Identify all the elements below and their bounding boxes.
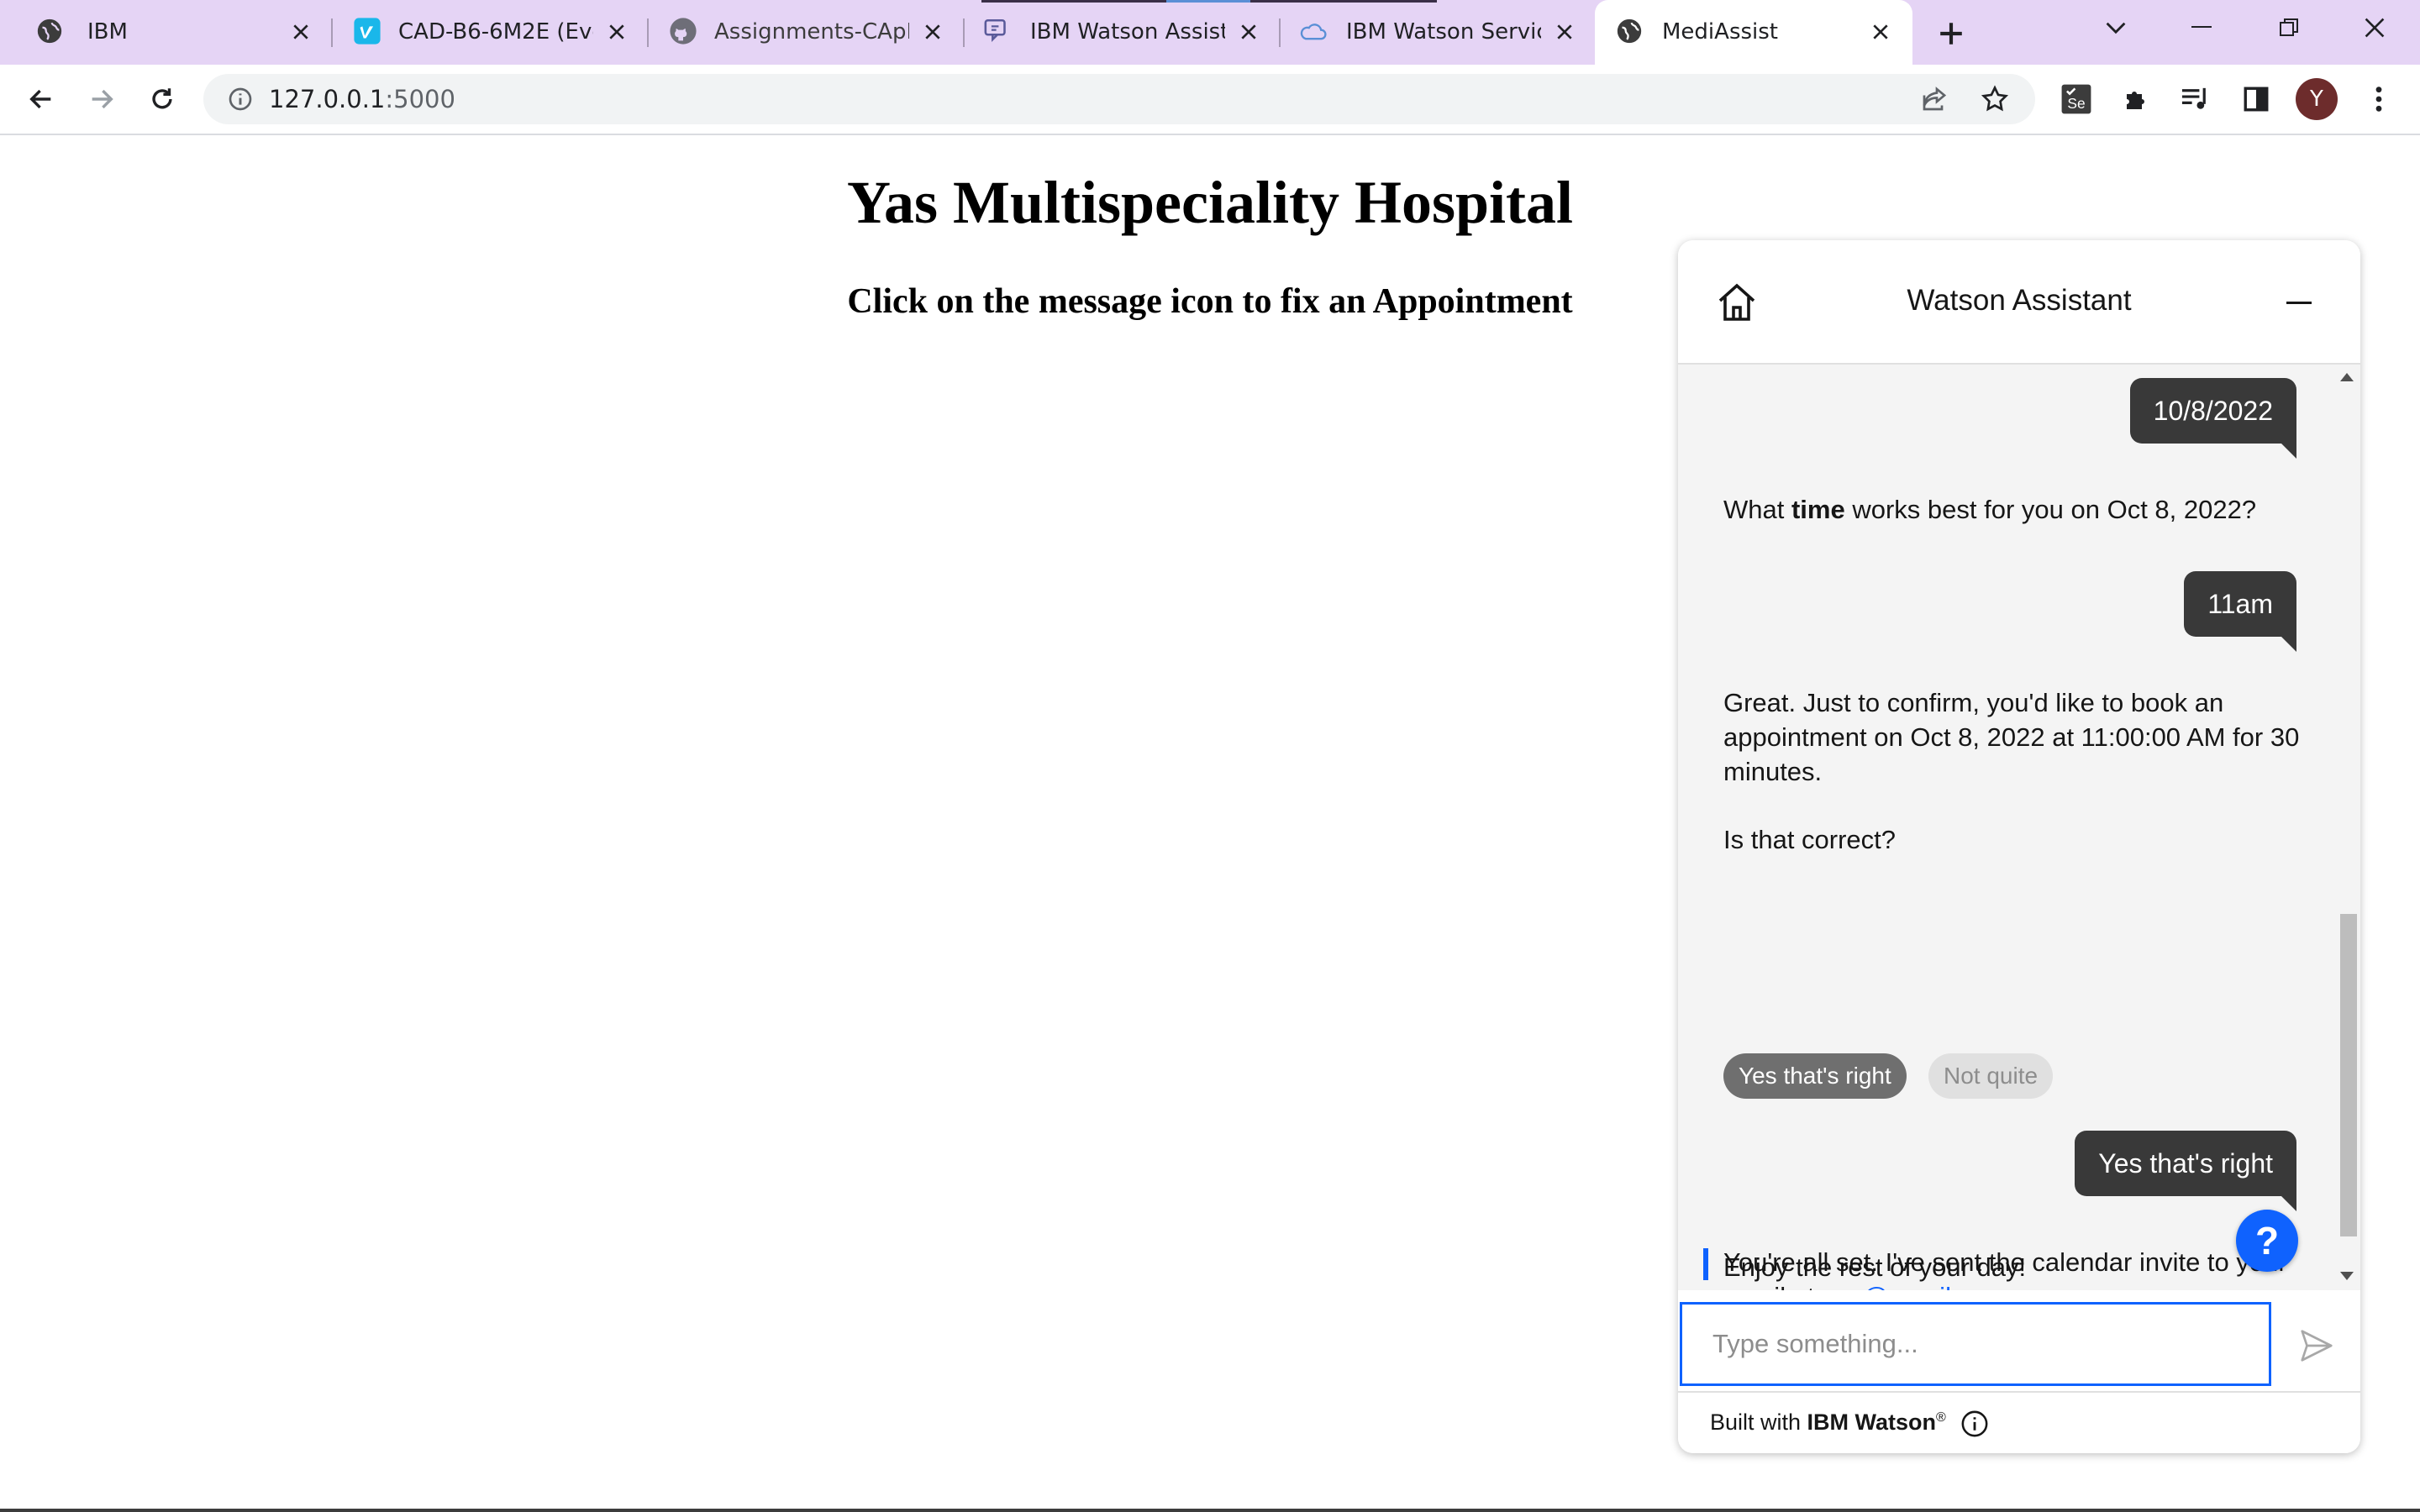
scroll-down-arrow-icon[interactable] [2340,1272,2354,1280]
page-title: Yas Multispeciality Hospital [846,169,1574,236]
bot-message: Enjoy the rest of your day! [1723,1250,2303,1284]
tab-ibm[interactable]: IBM [0,0,329,65]
close-icon[interactable] [1867,18,1894,45]
chat-input-area [1678,1300,2360,1389]
option-no-button[interactable]: Not quite [1928,1053,2054,1099]
url-host: 127.0.0.1 [269,85,386,113]
forward-button[interactable] [84,81,119,117]
close-window-button[interactable] [2349,8,2400,47]
bot-confirm-question: Is that correct? [1723,825,1897,854]
scroll-thumb[interactable] [2340,914,2357,1236]
kebab-menu-icon[interactable] [2361,81,2396,117]
scroll-up-arrow-icon[interactable] [2340,373,2354,381]
page-bottom-border [0,1509,2420,1512]
reload-button[interactable] [145,81,180,117]
close-icon[interactable] [1551,18,1578,45]
chat-footer: Built with IBM Watson® [1678,1391,2360,1453]
footer-registered: ® [1936,1410,1946,1425]
bot-text: What [1723,495,1791,524]
chat-scrollbar[interactable] [2337,365,2360,1290]
send-icon[interactable] [2296,1326,2337,1366]
tab-separator [331,18,333,47]
chat-title: Watson Assistant [1907,284,2132,317]
selenium-extension-icon[interactable]: Se [2059,81,2094,117]
url-text: 127.0.0.1:5000 [269,84,455,114]
minimize-window-button[interactable] [2176,8,2227,47]
globe-icon [1615,17,1644,45]
option-yes-button[interactable]: Yes that's right [1723,1053,1907,1099]
share-icon[interactable] [1919,84,1949,114]
profile-avatar[interactable]: Y [2296,78,2338,120]
tab-separator [1279,18,1281,47]
tab-github[interactable]: Assignments-CApD [650,0,963,65]
tab-search-button[interactable] [2091,8,2141,47]
tab-title: IBM Watson Service [1346,19,1541,45]
chat-header: Watson Assistant [1678,240,2360,365]
bookmark-star-icon[interactable] [1980,84,2010,114]
tab-separator [647,18,649,47]
tab-load-indicator [1166,0,1250,3]
vimeo-icon [353,17,381,45]
extensions-puzzle-icon[interactable] [2119,81,2154,117]
restore-window-button[interactable] [2264,8,2314,47]
svg-text:Se: Se [2067,95,2085,112]
close-icon[interactable] [603,18,630,45]
tab-title: IBM Watson Assista [1030,19,1225,45]
tab-watson-assistant[interactable]: IBM Watson Assista [966,0,1279,65]
media-controls-icon[interactable] [2178,81,2213,117]
close-icon[interactable] [919,18,946,45]
info-icon[interactable] [1960,1410,1989,1438]
footer-brand: IBM Watson [1807,1410,1937,1435]
tab-load-indicator [1250,0,1437,3]
built-with-text: Built with IBM Watson® [1710,1410,1946,1436]
cloud-icon [1299,17,1328,45]
user-message: 11am [2184,571,2296,652]
user-message: Yes that's right [2075,1131,2296,1211]
bot-message: Great. Just to confirm, you'd like to bo… [1723,685,2303,857]
globe-icon [35,17,64,45]
tab-strip: IBM CAD-B6-6M2E (Eve Assignments-CApD IB… [0,0,2420,65]
chat-input[interactable] [1680,1302,2271,1386]
browser-toolbar: 127.0.0.1:5000 Se Y [0,65,2420,135]
tab-mediassist[interactable]: MediAssist [1595,0,1912,65]
bot-confirm-text: Great. Just to confirm, you'd like to bo… [1723,688,2300,786]
tab-separator [963,18,965,47]
tab-title: CAD-B6-6M2E (Eve [398,19,593,45]
watson-chat-widget: Watson Assistant 10/8/2022 What time wor… [1678,240,2360,1453]
new-tab-button[interactable] [1933,15,1970,52]
side-panel-icon[interactable] [2238,81,2274,117]
bot-enjoy-text: Enjoy the rest of your day! [1723,1252,2027,1282]
bot-bold-text: time [1791,495,1845,524]
bot-text: works best for you on Oct 8, 2022? [1844,495,2257,524]
tab-title: IBM [87,19,128,45]
address-bar[interactable]: 127.0.0.1:5000 [203,74,2035,124]
url-port: :5000 [385,85,455,113]
github-icon [669,17,697,45]
user-message: 10/8/2022 [2129,378,2297,459]
new-message-indicator [1703,1248,1708,1280]
bot-time-question: What time works best for you on Oct 8, 2… [1723,492,2303,527]
footer-prefix: Built with [1710,1410,1807,1435]
close-icon[interactable] [1235,18,1262,45]
info-icon[interactable] [227,86,254,113]
tab-title: MediAssist [1662,19,1778,45]
tab-title: Assignments-CApD [714,19,909,45]
chat-messages[interactable]: 10/8/2022 What time works best for you o… [1678,365,2360,1290]
tab-vimeo[interactable]: CAD-B6-6M2E (Eve [334,0,647,65]
bot-message: What time works best for you on Oct 8, 2… [1723,492,2303,527]
tab-watson-services[interactable]: IBM Watson Service [1282,0,1595,65]
tab-load-indicator [981,0,1166,3]
close-icon[interactable] [287,18,314,45]
back-button[interactable] [24,81,59,117]
minimize-chat-button[interactable] [2285,289,2313,318]
chat-bubble-icon [983,17,1012,45]
